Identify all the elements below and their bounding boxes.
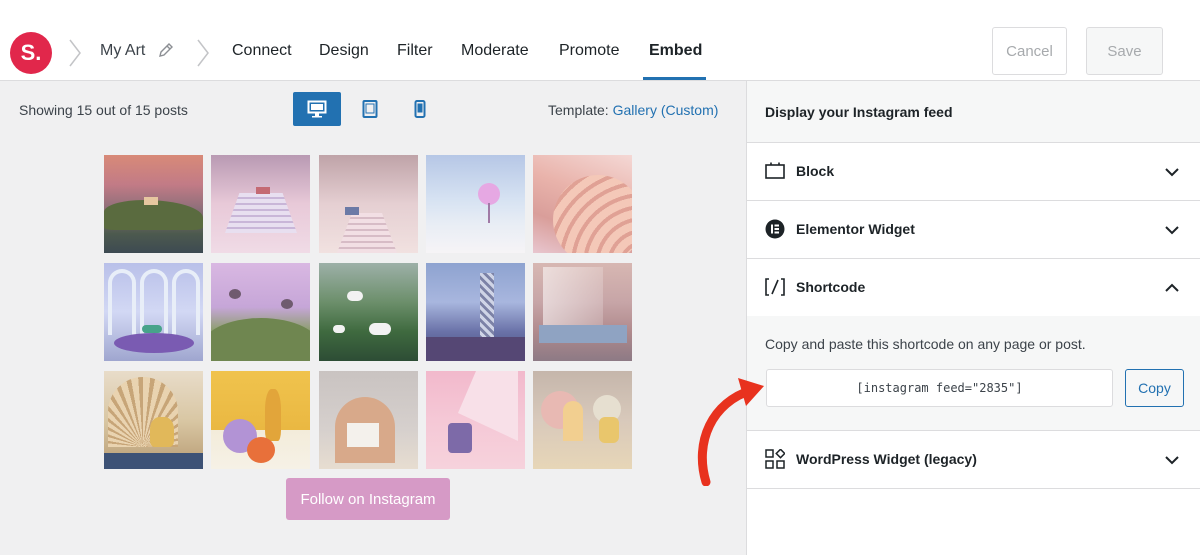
section-label: WordPress Widget (legacy) — [796, 451, 977, 467]
gallery-post[interactable] — [104, 371, 203, 469]
gallery-post[interactable] — [533, 155, 632, 253]
section-label: Elementor Widget — [796, 221, 915, 237]
cancel-button[interactable]: Cancel — [992, 27, 1067, 75]
shortcode-icon — [765, 278, 785, 296]
chevron-up-icon[interactable] — [1163, 279, 1181, 297]
widget-grid-icon — [765, 449, 785, 469]
nav-moderate[interactable]: Moderate — [461, 42, 529, 60]
gallery-post[interactable] — [533, 371, 632, 469]
shortcode-field[interactable]: [instagram feed="2835"] — [766, 369, 1113, 407]
gallery-post[interactable] — [104, 263, 203, 361]
app-logo[interactable]: S. — [10, 32, 52, 74]
nav-promote[interactable]: Promote — [559, 42, 619, 60]
section-block[interactable]: Block — [747, 143, 1200, 201]
section-label: Shortcode — [796, 279, 866, 295]
tablet-icon — [362, 100, 378, 118]
gallery-post[interactable] — [211, 155, 310, 253]
template-info: Template: Gallery (Custom) — [548, 102, 719, 118]
gallery-post[interactable] — [319, 155, 418, 253]
panel-header: Display your Instagram feed — [747, 81, 1200, 143]
block-icon — [765, 162, 785, 179]
gallery-post[interactable] — [211, 263, 310, 361]
annotation-arrow-icon — [697, 378, 764, 486]
gallery-post[interactable] — [104, 155, 203, 253]
gallery-post[interactable] — [319, 371, 418, 469]
mobile-icon — [414, 100, 426, 118]
instagram-gallery-grid — [104, 155, 633, 469]
post-count-text: Showing 15 out of 15 posts — [19, 102, 188, 118]
gallery-post[interactable] — [426, 263, 525, 361]
section-shortcode[interactable]: Shortcode — [747, 259, 1200, 317]
chevron-down-icon[interactable] — [1163, 163, 1181, 181]
nav-design[interactable]: Design — [319, 42, 369, 60]
embed-panel: Display your Instagram feed Block Elemen… — [746, 81, 1200, 555]
top-bar: S. My Art Connect Design Filter Moderate… — [0, 0, 1200, 81]
save-button[interactable]: Save — [1086, 27, 1163, 75]
follow-on-instagram-button[interactable]: Follow on Instagram — [286, 478, 450, 520]
shortcode-content: Copy and paste this shortcode on any pag… — [747, 316, 1200, 431]
gallery-post[interactable] — [533, 263, 632, 361]
gallery-post[interactable] — [426, 155, 525, 253]
gallery-post[interactable] — [426, 371, 525, 469]
chevron-down-icon[interactable] — [1163, 221, 1181, 239]
nav-filter[interactable]: Filter — [397, 42, 433, 60]
gallery-post[interactable] — [319, 263, 418, 361]
breadcrumb-separator-icon — [69, 39, 81, 67]
active-nav-indicator — [643, 77, 706, 80]
copy-shortcode-button[interactable]: Copy — [1125, 369, 1184, 407]
panel-title: Display your Instagram feed — [765, 104, 953, 120]
gallery-post[interactable] — [211, 371, 310, 469]
nav-connect[interactable]: Connect — [232, 42, 292, 60]
pencil-icon[interactable] — [158, 42, 174, 58]
desktop-view-button[interactable] — [293, 92, 341, 126]
section-elementor-widget[interactable]: Elementor Widget — [747, 201, 1200, 259]
shortcode-help-text: Copy and paste this shortcode on any pag… — [765, 336, 1086, 352]
mobile-view-button[interactable] — [406, 92, 434, 126]
tablet-view-button[interactable] — [355, 92, 385, 126]
feed-preview: Showing 15 out of 15 posts Template: Gal… — [0, 81, 746, 555]
breadcrumb-feed-name[interactable]: My Art — [100, 42, 145, 60]
nav-embed[interactable]: Embed — [649, 42, 702, 60]
desktop-icon — [307, 100, 327, 118]
elementor-icon — [765, 219, 785, 239]
chevron-down-icon[interactable] — [1163, 451, 1181, 469]
section-label: Block — [796, 163, 835, 179]
template-link[interactable]: Gallery (Custom) — [613, 102, 719, 118]
section-wordpress-widget[interactable]: WordPress Widget (legacy) — [747, 431, 1200, 489]
breadcrumb-separator-icon — [197, 39, 209, 67]
